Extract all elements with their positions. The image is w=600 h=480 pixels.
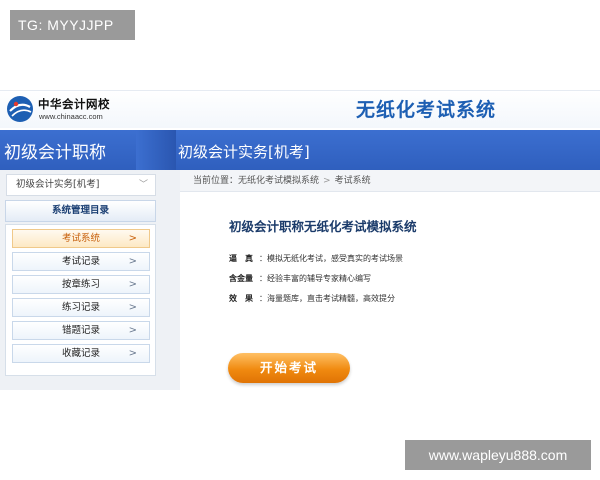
sidebar-item-label: 考试系统 [61,233,100,244]
sidebar: 初级会计实务[机考] ﹀ 系统管理目录 考试系统 > 考试记录 > 按章练习 >… [0,170,180,390]
sidebar-item-chapter-practice[interactable]: 按章练习 > [12,275,150,294]
breadcrumb-prefix: 当前位置： [193,176,239,186]
band-divider [136,130,176,170]
app-header: 中华会计网校 www.chinaacc.com 无纸化考试系统 [0,90,600,128]
watermark-top-left: TG: MYYJJPP [10,10,135,40]
sidebar-item-label: 错题记录 [61,325,100,336]
watermark-bottom-right: www.wapleyu888.com [405,440,591,470]
feature-item: 效 果 ：海量题库，直击考试精髓，高效提分 [229,293,395,304]
sidebar-menu: 考试系统 > 考试记录 > 按章练习 > 练习记录 > 错题记录 > 收藏记录 … [5,224,156,376]
sidebar-item-label: 收藏记录 [61,348,100,359]
chevron-right-icon: > [128,302,137,313]
breadcrumb-separator-icon: > [323,176,331,186]
feature-key: 逼 真 [229,254,253,263]
feature-text: ：模拟无纸化考试，感受真实的考试场景 [259,254,403,263]
feature-item: 含金量 ：经验丰富的辅导专家精心编写 [229,273,371,284]
chevron-right-icon: > [128,256,137,267]
subject-select[interactable]: 初级会计实务[机考] ﹀ [6,174,156,196]
chevron-right-icon: > [128,325,137,336]
sidebar-item-label: 考试记录 [61,256,100,267]
breadcrumb: 当前位置：无纸化考试模拟系统 > 考试系统 [180,170,600,192]
sidebar-item-wrong-answers[interactable]: 错题记录 > [12,321,150,340]
sidebar-item-practice-records[interactable]: 练习记录 > [12,298,150,317]
subject-select-value: 初级会计实务[机考] [16,179,100,190]
logo-url: www.chinaacc.com [39,112,103,121]
directory-title: 系统管理目录 [5,200,156,222]
breadcrumb-link[interactable]: 无纸化考试模拟系统 [238,176,319,186]
feature-key: 效 果 [229,294,253,303]
start-exam-button[interactable]: 开始考试 [228,353,350,383]
blue-band: 初级会计职称 初级会计实务[机考] [0,130,600,170]
globe-logo-icon [7,96,33,122]
sidebar-item-exam-system[interactable]: 考试系统 > [12,229,150,248]
chevron-right-icon: > [128,279,137,290]
logo-name: 中华会计网校 [38,97,110,111]
chevron-right-icon: > [128,233,137,244]
logo[interactable]: 中华会计网校 www.chinaacc.com [4,94,124,126]
main-title: 初级会计职称无纸化考试模拟系统 [229,219,417,234]
chevron-right-icon: > [128,348,137,359]
page: TG: MYYJJPP 中华会计网校 www.chinaacc.com 无纸化考… [0,0,600,480]
exam-level-title: 初级会计职称 [4,143,106,163]
sidebar-item-favorites[interactable]: 收藏记录 > [12,344,150,363]
chevron-down-icon: ﹀ [138,180,148,190]
breadcrumb-current: 考试系统 [334,176,371,186]
sidebar-item-label: 按章练习 [61,279,100,290]
feature-key: 含金量 [229,274,253,283]
feature-item: 逼 真 ：模拟无纸化考试，感受真实的考试场景 [229,253,403,264]
subject-title: 初级会计实务[机考] [178,143,310,161]
system-title: 无纸化考试系统 [356,99,497,121]
sidebar-item-label: 练习记录 [61,302,100,313]
sidebar-item-exam-records[interactable]: 考试记录 > [12,252,150,271]
feature-text: ：经验丰富的辅导专家精心编写 [259,274,371,283]
feature-text: ：海量题库，直击考试精髓，高效提分 [259,294,395,303]
